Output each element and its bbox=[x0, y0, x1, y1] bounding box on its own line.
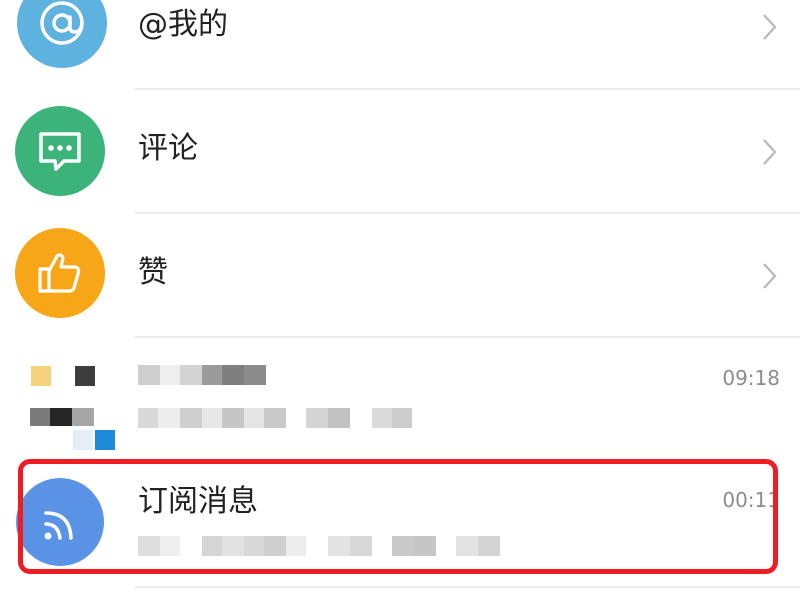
comment-avatar bbox=[15, 106, 105, 196]
chevron-right-icon bbox=[763, 263, 777, 289]
blurred-preview bbox=[138, 408, 412, 428]
list-item-blurred-chat[interactable]: 09:18 bbox=[0, 338, 800, 458]
list-item-like[interactable]: 赞 bbox=[0, 214, 800, 336]
mention-label: @我的 bbox=[138, 7, 228, 42]
subscription-label: 订阅消息 bbox=[138, 484, 258, 519]
comment-label: 评论 bbox=[138, 131, 198, 166]
list-item-comment[interactable]: 评论 bbox=[0, 90, 800, 212]
at-icon bbox=[36, 0, 88, 49]
divider bbox=[135, 586, 800, 588]
list-item-mention[interactable]: @我的 bbox=[0, 0, 800, 88]
like-label: 赞 bbox=[138, 255, 168, 290]
blurred-preview bbox=[138, 536, 500, 556]
chevron-right-icon bbox=[763, 14, 777, 40]
message-list-screen: @我的 评论 赞 09:18 订阅消息 00:11 bbox=[0, 0, 800, 600]
chevron-right-icon bbox=[763, 139, 777, 165]
pixelated-avatar bbox=[25, 360, 120, 452]
message-time: 09:18 bbox=[722, 366, 780, 390]
rss-icon bbox=[34, 496, 86, 548]
subscription-avatar bbox=[16, 478, 104, 566]
list-item-subscription[interactable]: 订阅消息 00:11 bbox=[0, 460, 800, 572]
blurred-title bbox=[138, 365, 266, 385]
message-time: 00:11 bbox=[722, 488, 780, 512]
mention-avatar bbox=[17, 0, 107, 68]
like-avatar bbox=[15, 228, 105, 318]
chat-bubble-icon bbox=[34, 125, 86, 177]
thumbs-up-icon bbox=[34, 247, 86, 299]
